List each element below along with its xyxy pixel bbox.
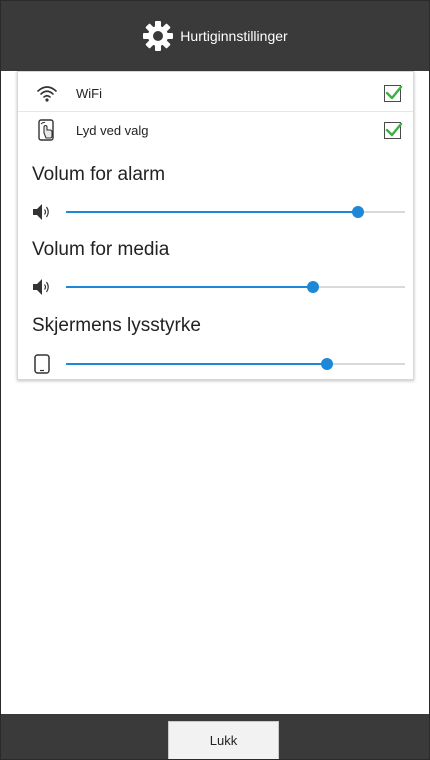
slider-fill <box>66 363 328 365</box>
speaker-icon <box>33 279 49 295</box>
toggle-row-wifi[interactable]: WiFi <box>18 76 413 112</box>
slider-thumb[interactable] <box>307 281 320 293</box>
slider-track[interactable] <box>66 281 405 293</box>
alarm-volume-title: Volum for alarm <box>32 164 166 185</box>
wifi-icon <box>37 85 57 102</box>
speaker-icon <box>33 204 49 220</box>
slider-track[interactable] <box>66 358 405 370</box>
brightness-slider[interactable] <box>18 352 413 376</box>
slider-fill <box>66 286 314 288</box>
wifi-checkbox[interactable] <box>384 85 403 102</box>
slider-thumb[interactable] <box>351 206 364 218</box>
settings-panel: WiFi Lyd ved valg Volum for alarm Volum … <box>17 71 414 380</box>
media-volume-slider[interactable] <box>18 275 413 299</box>
checkmark-icon <box>385 122 403 136</box>
alarm-volume-slider[interactable] <box>18 200 413 224</box>
close-button[interactable]: Lukk <box>168 721 279 759</box>
toggle-row-touch-sound[interactable]: Lyd ved valg <box>18 112 413 148</box>
dialog-frame: Hurtiginnstillinger WiFi Lyd ved valg Vo… <box>0 0 430 760</box>
toggle-label-touch-sound: Lyd ved valg <box>76 122 149 138</box>
toggle-label-wifi: WiFi <box>76 86 102 101</box>
slider-thumb[interactable] <box>321 358 334 370</box>
dialog-title: Hurtiginnstillinger <box>180 28 288 44</box>
bottom-bar: Lukk <box>1 714 429 759</box>
touch-sound-icon <box>38 119 54 141</box>
gear-icon <box>143 21 174 51</box>
slider-track[interactable] <box>66 206 405 218</box>
touch-sound-checkbox[interactable] <box>384 121 403 139</box>
slider-fill <box>66 211 358 213</box>
media-volume-title: Volum for media <box>32 239 170 260</box>
checkmark-icon <box>385 85 403 100</box>
title-bar: Hurtiginnstillinger <box>1 1 429 71</box>
phone-icon <box>34 354 50 374</box>
brightness-title: Skjermens lysstyrke <box>32 315 201 336</box>
